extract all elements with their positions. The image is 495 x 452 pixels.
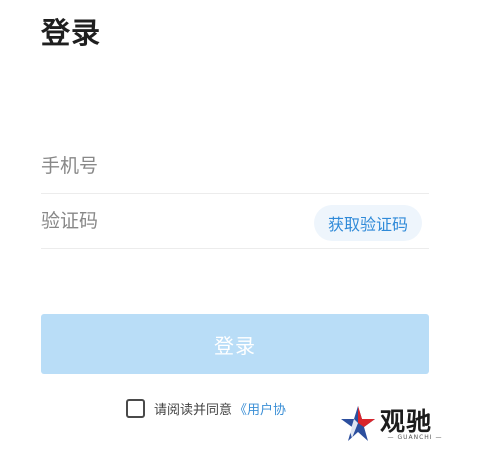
phone-field <box>41 140 429 194</box>
agreement-checkbox[interactable] <box>126 398 145 418</box>
page-title: 登录 <box>41 16 102 50</box>
user-agreement-link[interactable]: 《用户协 <box>234 399 286 418</box>
agreement-row: 请阅读并同意 《用户协 <box>126 396 286 420</box>
watermark-name: 观驰 <box>380 407 433 436</box>
watermark-subtitle: — GUANCHI — <box>387 434 443 441</box>
agreement-text: 请阅读并同意 <box>154 402 233 418</box>
get-code-button[interactable]: 获取验证码 <box>313 205 422 241</box>
login-button[interactable]: 登录 <box>41 314 429 374</box>
star-logo-icon <box>341 406 375 441</box>
verification-code-field: 获取验证码 <box>41 195 429 249</box>
phone-input[interactable] <box>41 140 429 192</box>
verification-code-input[interactable] <box>41 195 301 247</box>
watermark-logo: 观驰 — GUANCHI — <box>336 400 456 448</box>
